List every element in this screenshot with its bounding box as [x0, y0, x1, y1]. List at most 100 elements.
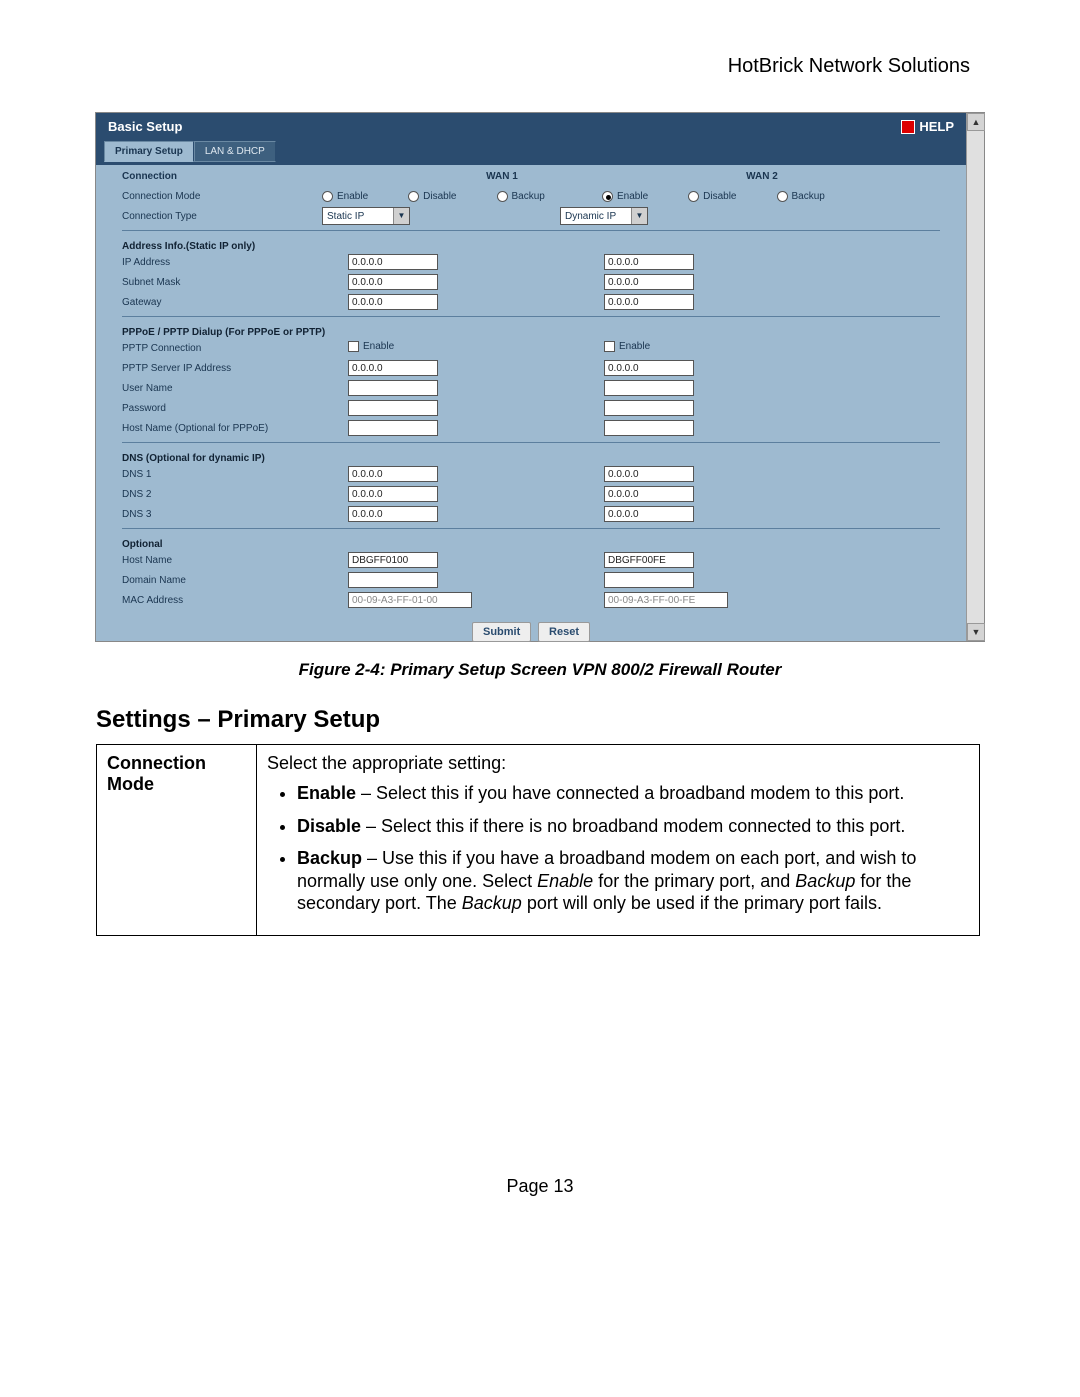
wan1-dns3-input[interactable]: [348, 506, 438, 522]
wan2-pptp-ip-input[interactable]: [604, 360, 694, 376]
label-host: Host Name: [122, 555, 322, 566]
wan2-ip-input[interactable]: [604, 254, 694, 270]
wan1-host-input[interactable]: [348, 552, 438, 568]
radio-label: Backup: [512, 191, 545, 202]
settings-row-label: Connection Mode: [97, 745, 257, 936]
wan2-conn-type-select[interactable]: Dynamic IP ▼: [560, 207, 648, 225]
wan1-mask-input[interactable]: [348, 274, 438, 290]
check-label: Enable: [619, 341, 650, 352]
page-number: Page 13: [0, 1176, 1080, 1197]
bullet-text: – Select this if you have connected a br…: [356, 783, 904, 803]
bullet-backup: Backup – Use this if you have a broadban…: [297, 847, 969, 915]
bullet-enable: Enable – Select this if you have connect…: [297, 782, 969, 805]
bullet-text: for the primary port, and: [593, 871, 795, 891]
wan2-dns2-input[interactable]: [604, 486, 694, 502]
label-dns2: DNS 2: [122, 489, 322, 500]
wan1-gw-input[interactable]: [348, 294, 438, 310]
scroll-down-icon[interactable]: ▼: [967, 623, 985, 641]
bullet-bold: Enable: [297, 783, 356, 803]
label-gateway: Gateway: [122, 297, 322, 308]
wan2-host-input[interactable]: [604, 552, 694, 568]
section-connection: Connection: [122, 171, 322, 182]
check-label: Enable: [363, 341, 394, 352]
help-label: HELP: [919, 113, 954, 141]
wan1-conn-type-select[interactable]: Static IP ▼: [322, 207, 410, 225]
wan1-user-input[interactable]: [348, 380, 438, 396]
tab-primary-setup[interactable]: Primary Setup: [104, 141, 194, 162]
panel-body: Connection WAN 1 WAN 2 Connection Mode E…: [96, 165, 966, 650]
section-address-info: Address Info.(Static IP only): [122, 241, 940, 252]
wan1-header: WAN 1: [362, 171, 642, 182]
page-header: HotBrick Network Solutions: [728, 55, 970, 78]
wan2-pass-input[interactable]: [604, 400, 694, 416]
wan2-mac-input: [604, 592, 728, 608]
wan1-ip-input[interactable]: [348, 254, 438, 270]
reset-button[interactable]: Reset: [538, 622, 590, 642]
label-domain: Domain Name: [122, 575, 322, 586]
wan1-enable-radio[interactable]: Enable: [322, 191, 368, 202]
wan2-dns3-input[interactable]: [604, 506, 694, 522]
wan2-header: WAN 2: [712, 171, 812, 182]
select-value: Dynamic IP: [565, 211, 616, 222]
wan2-enable-radio[interactable]: Enable: [602, 191, 648, 202]
wan1-dns1-input[interactable]: [348, 466, 438, 482]
wan1-dns2-input[interactable]: [348, 486, 438, 502]
wan2-host-pppoe-input[interactable]: [604, 420, 694, 436]
chevron-down-icon: ▼: [631, 208, 647, 224]
settings-row-content: Select the appropriate setting: Enable –…: [257, 745, 980, 936]
wan2-user-input[interactable]: [604, 380, 694, 396]
section-pppoe: PPPoE / PPTP Dialup (For PPPoE or PPTP): [122, 327, 940, 338]
wan2-gw-input[interactable]: [604, 294, 694, 310]
bullet-bold: Backup: [297, 848, 362, 868]
wan2-disable-radio[interactable]: Disable: [688, 191, 736, 202]
tabs: Primary Setup LAN & DHCP: [96, 141, 966, 165]
bullet-italic: Enable: [537, 871, 593, 891]
radio-label: Disable: [703, 191, 736, 202]
label-mask: Subnet Mask: [122, 277, 322, 288]
bullet-bold: Disable: [297, 816, 361, 836]
wan2-domain-input[interactable]: [604, 572, 694, 588]
wan1-host-pppoe-input[interactable]: [348, 420, 438, 436]
wan1-pass-input[interactable]: [348, 400, 438, 416]
label-conn-type: Connection Type: [122, 211, 322, 222]
wan1-disable-radio[interactable]: Disable: [408, 191, 456, 202]
radio-label: Disable: [423, 191, 456, 202]
help-link[interactable]: HELP: [901, 113, 954, 141]
bullet-disable: Disable – Select this if there is no bro…: [297, 815, 969, 838]
label-mac: MAC Address: [122, 595, 322, 606]
settings-intro: Select the appropriate setting:: [267, 753, 506, 773]
tab-lan-dhcp[interactable]: LAN & DHCP: [194, 141, 276, 162]
label-pptp-ip: PPTP Server IP Address: [122, 363, 322, 374]
label-user: User Name: [122, 383, 322, 394]
wan1-pptp-enable-check[interactable]: Enable: [348, 341, 394, 352]
panel-titlebar: Basic Setup HELP: [96, 113, 966, 141]
wan2-pptp-enable-check[interactable]: Enable: [604, 341, 650, 352]
bullet-text: port will only be used if the primary po…: [522, 893, 882, 913]
bullet-text: – Select this if there is no broadband m…: [361, 816, 905, 836]
select-value: Static IP: [327, 211, 364, 222]
section-optional: Optional: [122, 539, 940, 550]
label-pass: Password: [122, 403, 322, 414]
label-conn-mode: Connection Mode: [122, 191, 322, 202]
bullet-italic: Backup: [795, 871, 855, 891]
scroll-up-icon[interactable]: ▲: [967, 113, 985, 131]
help-icon: [901, 120, 915, 134]
panel-title: Basic Setup: [108, 113, 182, 141]
bullet-italic: Backup: [462, 893, 522, 913]
scrollbar[interactable]: ▲ ▼: [966, 113, 984, 641]
wan2-dns1-input[interactable]: [604, 466, 694, 482]
label-dns1: DNS 1: [122, 469, 322, 480]
label-pptp: PPTP Connection: [122, 343, 322, 354]
radio-label: Backup: [792, 191, 825, 202]
router-admin-frame: ▲ ▼ Basic Setup HELP Primary Setup LAN &…: [95, 112, 985, 642]
settings-heading: Settings – Primary Setup: [96, 706, 380, 734]
wan2-backup-radio[interactable]: Backup: [777, 191, 825, 202]
label-dns3: DNS 3: [122, 509, 322, 520]
wan2-mask-input[interactable]: [604, 274, 694, 290]
wan1-domain-input[interactable]: [348, 572, 438, 588]
label-host-pppoe: Host Name (Optional for PPPoE): [122, 423, 322, 434]
wan1-backup-radio[interactable]: Backup: [497, 191, 545, 202]
wan1-pptp-ip-input[interactable]: [348, 360, 438, 376]
settings-table: Connection Mode Select the appropriate s…: [96, 744, 980, 936]
submit-button[interactable]: Submit: [472, 622, 531, 642]
